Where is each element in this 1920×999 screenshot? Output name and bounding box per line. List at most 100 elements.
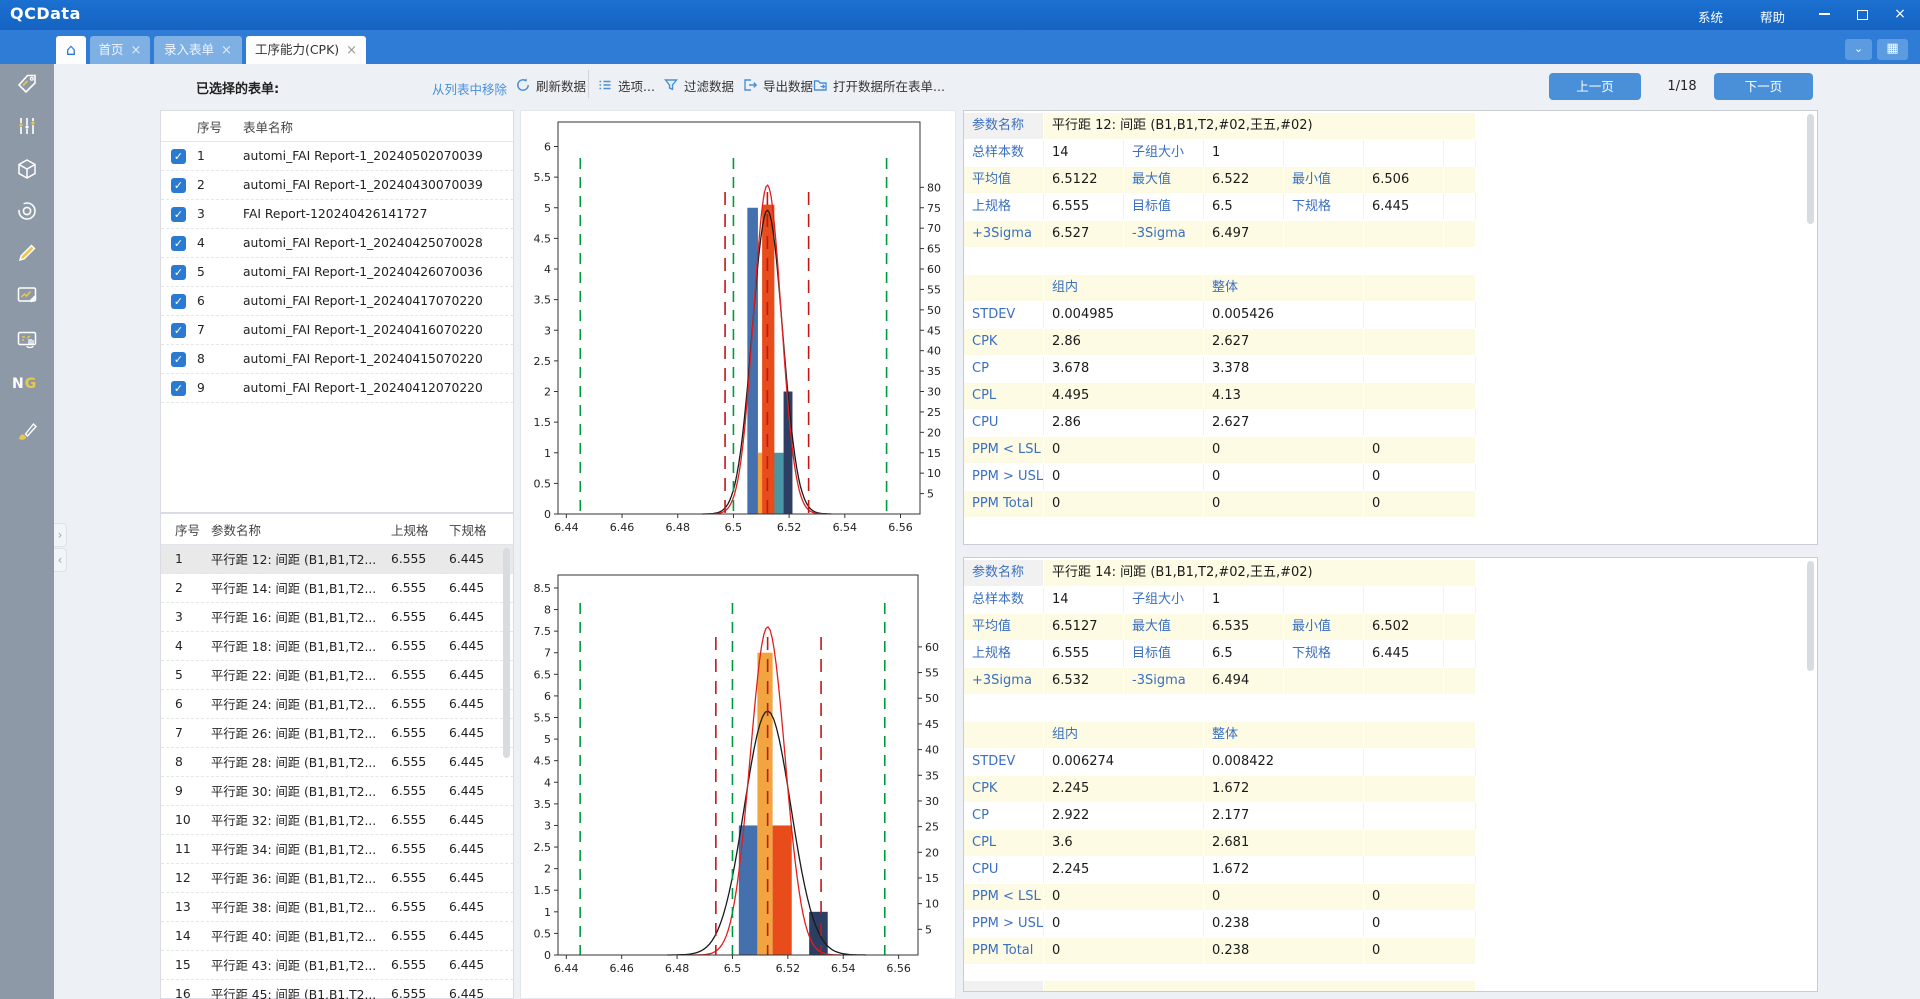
stats-cell: 1 xyxy=(1204,140,1284,166)
form-row[interactable]: ✓9automi_FAI Report-1_20240412070220 xyxy=(161,374,513,403)
param-row-lsl: 6.445 xyxy=(449,668,499,682)
close-tab-icon[interactable]: × xyxy=(131,43,142,58)
form-checkbox[interactable]: ✓ xyxy=(171,149,186,164)
right-tick-label: 70 xyxy=(927,222,941,235)
param-row-name: 平行距 12: 间距 (B1,B1,T2... xyxy=(211,550,391,568)
param-row[interactable]: 14平行距 40: 间距 (B1,B1,T2...6.5556.445 xyxy=(161,922,513,951)
stats-cell: 2.86 xyxy=(1044,410,1204,436)
menu-help[interactable]: 帮助 xyxy=(1760,7,1785,26)
param-row-name: 平行距 38: 间距 (B1,B1,T2... xyxy=(211,898,391,916)
param-row[interactable]: 13平行距 38: 间距 (B1,B1,T2...6.5556.445 xyxy=(161,893,513,922)
plot-area xyxy=(558,575,918,955)
param-row[interactable]: 16平行距 45: 间距 (B1,B1,T2...6.5556.445 xyxy=(161,980,513,999)
form-checkbox[interactable]: ✓ xyxy=(171,178,186,193)
right-tick-label: 75 xyxy=(927,202,941,215)
form-checkbox[interactable]: ✓ xyxy=(171,381,186,396)
minimize-button[interactable] xyxy=(1808,0,1840,30)
form-row[interactable]: ✓8automi_FAI Report-1_20240415070220 xyxy=(161,345,513,374)
right-tick-label: 5 xyxy=(925,923,932,936)
close-tab-icon[interactable]: × xyxy=(346,43,357,58)
param-row[interactable]: 15平行距 43: 间距 (B1,B1,T2...6.5556.445 xyxy=(161,951,513,980)
stats-scrollbar[interactable] xyxy=(1807,114,1814,224)
tab-homepage[interactable]: 首页× xyxy=(90,36,150,64)
next-page-button[interactable]: 下一页 xyxy=(1714,73,1813,100)
param-row-usl: 6.555 xyxy=(391,697,449,711)
form-row[interactable]: ✓1automi_FAI Report-1_20240502070039 xyxy=(161,142,513,171)
stats-cell xyxy=(1444,668,1476,694)
expand-panel-handle[interactable]: › xyxy=(54,523,67,547)
close-tab-icon[interactable]: × xyxy=(221,43,232,58)
param-row[interactable]: 10平行距 32: 间距 (B1,B1,T2...6.5556.445 xyxy=(161,806,513,835)
maximize-button[interactable] xyxy=(1846,0,1878,30)
options-button[interactable]: 选项... xyxy=(597,73,655,97)
stats-scrollbar[interactable] xyxy=(1807,561,1814,671)
chart-edit-icon[interactable] xyxy=(15,283,39,307)
x-tick-label: 6.48 xyxy=(665,962,690,975)
form-checkbox[interactable]: ✓ xyxy=(171,236,186,251)
form-checkbox[interactable]: ✓ xyxy=(171,323,186,338)
form-checkbox[interactable]: ✓ xyxy=(171,207,186,222)
form-checkbox[interactable]: ✓ xyxy=(171,352,186,367)
form-row[interactable]: ✓4automi_FAI Report-1_20240425070028 xyxy=(161,229,513,258)
form-checkbox[interactable]: ✓ xyxy=(171,294,186,309)
right-tick-label: 35 xyxy=(925,769,939,782)
prev-page-button[interactable]: 上一页 xyxy=(1549,73,1641,100)
stats-cell: 0.238 xyxy=(1204,938,1364,964)
ng-icon[interactable]: NG xyxy=(12,376,37,392)
stats-cell xyxy=(1284,668,1364,694)
tab-entry-form[interactable]: 录入表单× xyxy=(154,36,242,64)
open-source-form-button[interactable]: 打开数据所在表单... xyxy=(812,73,945,97)
stats-cell xyxy=(1364,587,1444,613)
export-data-button[interactable]: 导出数据 xyxy=(742,73,813,97)
param-row[interactable]: 5平行距 22: 间距 (B1,B1,T2...6.5556.445 xyxy=(161,661,513,690)
home-tab[interactable]: ⌂ xyxy=(56,36,86,64)
target-icon[interactable] xyxy=(15,199,39,223)
param-row[interactable]: 7平行距 26: 间距 (B1,B1,T2...6.5556.445 xyxy=(161,719,513,748)
stats-cell xyxy=(1444,221,1476,247)
refresh-data-button[interactable]: 刷新数据 xyxy=(515,73,586,97)
left-tick-label: 2.5 xyxy=(534,841,552,854)
form-checkbox[interactable]: ✓ xyxy=(171,265,186,280)
cpk-histogram-param-12: 00.511.522.533.544.555.56510152025303540… xyxy=(530,112,950,548)
collapse-panel-handle[interactable]: ‹ xyxy=(54,548,67,572)
left-tick-label: 2 xyxy=(544,386,551,399)
stats-table-param-12: 参数名称平行距 12: 间距 (B1,B1,T2,#02,王五,#02)总样本数… xyxy=(963,110,1818,545)
collapse-tabs-button[interactable]: ⌄ xyxy=(1845,39,1872,60)
params-scrollbar[interactable] xyxy=(503,548,510,758)
form-row[interactable]: ✓5automi_FAI Report-1_20240426070036 xyxy=(161,258,513,287)
filter-data-button[interactable]: 过滤数据 xyxy=(663,73,734,97)
menu-system[interactable]: 系统 xyxy=(1698,7,1723,26)
form-row-no: 8 xyxy=(197,352,243,366)
screen-touch-icon[interactable] xyxy=(15,328,39,352)
param-row[interactable]: 9平行距 30: 间距 (B1,B1,T2...6.5556.445 xyxy=(161,777,513,806)
maximize-icon xyxy=(1857,10,1868,20)
param-row[interactable]: 6平行距 24: 间距 (B1,B1,T2...6.5556.445 xyxy=(161,690,513,719)
form-row[interactable]: ✓7automi_FAI Report-1_20240416070220 xyxy=(161,316,513,345)
box-icon[interactable] xyxy=(15,157,39,181)
form-row[interactable]: ✓3FAI Report-120240426141727 xyxy=(161,200,513,229)
form-row-name: automi_FAI Report-1_20240412070220 xyxy=(243,381,513,395)
remove-from-list-link[interactable]: 从列表中移除 xyxy=(432,79,507,98)
param-row[interactable]: 2平行距 14: 间距 (B1,B1,T2...6.5556.445 xyxy=(161,574,513,603)
tab-process-capability-cpk[interactable]: 工序能力(CPK)× xyxy=(246,36,366,64)
param-row[interactable]: 3平行距 16: 间距 (B1,B1,T2...6.5556.445 xyxy=(161,603,513,632)
pencil-icon[interactable] xyxy=(15,241,39,265)
right-tick-label: 60 xyxy=(925,641,939,654)
close-button[interactable]: × xyxy=(1884,0,1916,30)
stats-cell xyxy=(1444,140,1476,166)
grid-view-button[interactable]: ▦ xyxy=(1877,39,1908,60)
stats-cell: 0 xyxy=(1204,491,1364,517)
param-row[interactable]: 8平行距 28: 间距 (B1,B1,T2...6.5556.445 xyxy=(161,748,513,777)
param-row[interactable]: 11平行距 34: 间距 (B1,B1,T2...6.5556.445 xyxy=(161,835,513,864)
stats-metric-label: PPM < LSL xyxy=(964,437,1044,463)
param-row[interactable]: 1平行距 12: 间距 (B1,B1,T2...6.5556.445 xyxy=(161,545,513,574)
form-row[interactable]: ✓6automi_FAI Report-1_20240417070220 xyxy=(161,287,513,316)
brush-icon[interactable] xyxy=(15,419,39,443)
stats-cell: 6.5122 xyxy=(1044,167,1124,193)
param-row[interactable]: 4平行距 18: 间距 (B1,B1,T2...6.5556.445 xyxy=(161,632,513,661)
stats-param-name: 平行距 14: 间距 (B1,B1,T2,#02,王五,#02) xyxy=(1044,560,1476,586)
form-row[interactable]: ✓2automi_FAI Report-1_20240430070039 xyxy=(161,171,513,200)
tag-icon[interactable] xyxy=(15,72,39,96)
sliders-icon[interactable] xyxy=(15,114,39,138)
param-row[interactable]: 12平行距 36: 间距 (B1,B1,T2...6.5556.445 xyxy=(161,864,513,893)
